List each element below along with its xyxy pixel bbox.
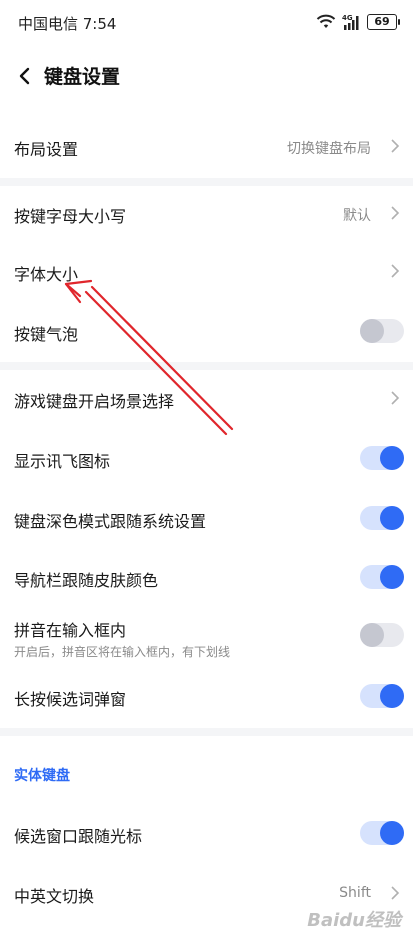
page-title: 键盘设置 xyxy=(44,66,121,88)
pinyin-inline-toggle[interactable] xyxy=(360,623,404,647)
chevron-right-icon xyxy=(391,206,400,220)
dark-mode-row: 键盘深色模式跟随系统设置 xyxy=(0,490,413,546)
section-divider xyxy=(0,178,413,186)
layout-settings-label: 布局设置 xyxy=(14,140,79,159)
navbar-color-row: 导航栏跟随皮肤颜色 xyxy=(0,549,413,605)
key-case-label: 按键字母大小写 xyxy=(14,207,127,226)
dark-mode-toggle[interactable] xyxy=(360,506,404,530)
chevron-right-icon xyxy=(391,391,400,405)
key-case-value: 默认 xyxy=(343,208,371,224)
follow-cursor-toggle[interactable] xyxy=(360,821,404,845)
status-bar: 中国电信 7:54 4G 69 xyxy=(0,0,413,46)
section-divider xyxy=(0,362,413,370)
chevron-right-icon xyxy=(391,886,400,900)
layout-settings-row[interactable]: 布局设置 切换键盘布局 xyxy=(0,118,413,174)
carrier-time: 中国电信 7:54 xyxy=(18,15,117,33)
lang-switch-value: Shift xyxy=(339,885,371,901)
long-press-label: 长按候选词弹窗 xyxy=(14,690,127,709)
pinyin-inline-row: 拼音在输入框内 开启后，拼音区将在输入框内，有下划线 xyxy=(0,608,413,668)
key-case-row[interactable]: 按键字母大小写 默认 xyxy=(0,186,413,240)
key-bubble-toggle[interactable] xyxy=(360,319,404,343)
show-icon-label: 显示讯飞图标 xyxy=(14,452,111,471)
dark-mode-label: 键盘深色模式跟随系统设置 xyxy=(14,512,207,531)
chevron-right-icon xyxy=(391,264,400,278)
navbar-color-toggle[interactable] xyxy=(360,565,404,589)
section-title-physical-keyboard: 实体键盘 xyxy=(14,768,70,784)
back-arrow-icon[interactable] xyxy=(10,61,40,91)
pinyin-inline-label: 拼音在输入框内 xyxy=(14,621,127,640)
section-divider xyxy=(0,728,413,736)
toggle-knob xyxy=(360,319,384,343)
toggle-knob xyxy=(380,684,404,708)
battery-icon: 69 xyxy=(367,14,400,30)
toggle-knob xyxy=(380,506,404,530)
long-press-row: 长按候选词弹窗 xyxy=(0,668,413,724)
page-header: 键盘设置 xyxy=(0,46,413,106)
show-icon-toggle[interactable] xyxy=(360,446,404,470)
key-bubble-label: 按键气泡 xyxy=(14,325,79,344)
toggle-knob xyxy=(380,446,404,470)
game-keyboard-row[interactable]: 游戏键盘开启场景选择 xyxy=(0,370,413,426)
layout-settings-value: 切换键盘布局 xyxy=(287,141,371,157)
watermark: Baidu经验 xyxy=(307,910,401,931)
lang-switch-label: 中英文切换 xyxy=(14,887,95,906)
toggle-knob xyxy=(380,821,404,845)
follow-cursor-row: 候选窗口跟随光标 xyxy=(0,804,413,862)
pinyin-inline-description: 开启后，拼音区将在输入框内，有下划线 xyxy=(14,645,231,659)
toggle-knob xyxy=(380,565,404,589)
font-size-row[interactable]: 字体大小 xyxy=(0,245,413,299)
long-press-toggle[interactable] xyxy=(360,684,404,708)
wifi-icon xyxy=(316,14,336,28)
toggle-knob xyxy=(360,623,384,647)
chevron-right-icon xyxy=(391,139,400,153)
game-keyboard-label: 游戏键盘开启场景选择 xyxy=(14,392,175,411)
follow-cursor-label: 候选窗口跟随光标 xyxy=(14,827,143,846)
show-icon-row: 显示讯飞图标 xyxy=(0,430,413,486)
signal-icon: 4G xyxy=(342,14,359,30)
font-size-label: 字体大小 xyxy=(14,265,79,284)
network-type: 4G xyxy=(342,14,353,22)
navbar-color-label: 导航栏跟随皮肤颜色 xyxy=(14,571,159,590)
key-bubble-row: 按键气泡 xyxy=(0,304,413,358)
